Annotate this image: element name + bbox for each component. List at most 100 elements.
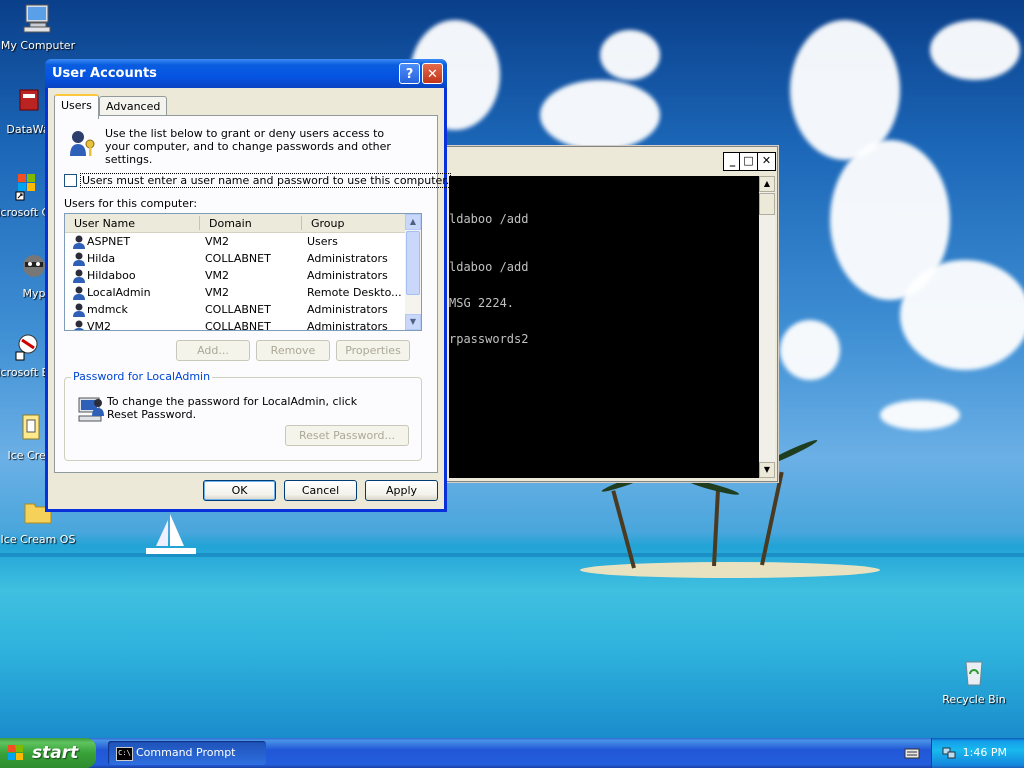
cloud [600,30,660,80]
groupbox-title: Password for LocalAdmin [71,370,213,383]
cell-user-name: mdmck [87,303,128,316]
clock[interactable]: 1:46 PM [963,746,1007,759]
desktop-icon-label: My Computer [0,39,76,52]
cell-group: Administrators [307,252,388,265]
user-icon [73,303,85,317]
cmd-titlebar[interactable]: _ □ ✕ [421,147,777,175]
cloud [790,20,900,160]
properties-button[interactable]: Properties [336,340,410,361]
system-tray: 1:46 PM [931,738,1024,768]
users-listview[interactable]: User Name Domain Group ASPNET VM2 Users … [64,213,422,331]
cell-domain: COLLABNET [205,303,271,316]
apply-button[interactable]: Apply [365,480,438,501]
cmd-close-button[interactable]: ✕ [757,152,776,171]
cell-group: Administrators [307,269,388,282]
remove-button[interactable]: Remove [256,340,330,361]
computer-user-icon [78,397,104,422]
recycle-bin-icon [965,661,983,686]
cloud [780,320,840,380]
scroll-up-arrow-icon[interactable]: ▲ [405,214,421,230]
network-icon[interactable] [942,746,956,760]
desktop-icon-label: Ice Cream OS [0,533,76,546]
taskbar: start C:\ Command Prompt 1:46 PM [0,738,1024,768]
desktop-icon-my-computer[interactable]: My Computer [0,2,76,52]
user-icon [73,269,85,283]
cmd-maximize-button[interactable]: □ [739,152,758,171]
info-text: Use the list below to grant or deny user… [105,127,391,166]
scroll-up-arrow-icon[interactable]: ▲ [759,176,775,192]
desktop-icon-recycle-bin[interactable]: Recycle Bin [936,656,1012,706]
windows-flag-icon [8,745,23,760]
cancel-button[interactable]: Cancel [284,480,357,501]
start-button[interactable]: start [0,738,96,768]
users-tab-panel: Use the list below to grant or deny user… [54,115,452,473]
scroll-thumb[interactable] [759,193,775,215]
taskbar-command-prompt[interactable]: C:\ Command Prompt [108,741,266,765]
cell-user-name: Hilda [87,252,116,265]
checkbox-box[interactable] [64,174,77,187]
shortcut-icon [15,174,35,201]
user-icon [74,320,84,330]
ok-button[interactable]: OK [203,480,276,501]
tab-advanced[interactable]: Advanced [99,96,168,117]
column-separator[interactable] [199,216,200,230]
cell-group: Users [307,235,338,248]
table-row[interactable]: Hildaboo VM2 Administrators [65,267,405,284]
users-list-label: Users for this computer: [64,197,198,210]
cell-group: Administrators [307,320,388,331]
checkbox-label[interactable]: Users must enter a user name and passwor… [80,173,452,188]
table-row[interactable]: VM2 COLLABNET Administrators [65,318,405,331]
table-row[interactable]: Hilda COLLABNET Administrators [65,250,405,267]
password-groupbox: Password for LocalAdmin To change the pa… [64,370,422,461]
groupbox-text: To change the password for LocalAdmin, c… [107,395,358,421]
console-line: rpasswords2 [449,332,529,346]
user-accounts-dialog[interactable]: User Accounts ? ✕ Users Advanced Use the… [45,59,452,512]
tab-users[interactable]: Users [54,94,99,119]
users-key-icon [70,131,95,156]
island [580,562,880,578]
listview-scrollbar[interactable]: ▲ ▼ [405,214,421,330]
cloud [540,80,660,150]
cmd-console-output[interactable]: ldaboo /add ldaboo /add MSG 2224. rpassw… [449,176,759,478]
cloud [900,260,1024,370]
column-header-group[interactable]: Group [311,217,345,230]
cell-user-name: ASPNET [87,235,131,248]
cell-group: Administrators [307,303,388,316]
cloud [930,20,1020,80]
user-icon [73,286,85,300]
table-row[interactable]: ASPNET VM2 Users [65,233,405,250]
column-header-user-name[interactable]: User Name [74,217,135,230]
palm-tree [760,471,784,566]
table-row[interactable]: mdmck COLLABNET Administrators [65,301,405,318]
sailboat [146,514,196,554]
cell-domain: VM2 [205,286,230,299]
scroll-thumb[interactable] [406,231,420,295]
add-button[interactable]: Add... [176,340,250,361]
table-row[interactable]: LocalAdmin VM2 Remote Deskto... [65,284,405,301]
document-icon [22,414,40,440]
cell-domain: VM2 [205,269,230,282]
cell-user-name: Hildaboo [87,269,136,282]
help-button[interactable]: ? [399,63,420,84]
start-label: start [32,743,79,763]
cell-group: Remote Deskto... [307,286,402,299]
shortcut-icon [15,334,38,361]
cloud [880,400,960,430]
taskbar-item-label: Command Prompt [136,746,236,759]
cell-domain: COLLABNET [205,252,271,265]
command-prompt-window[interactable]: _ □ ✕ ldaboo /add ldaboo /add MSG 2224. … [420,146,778,482]
console-line: ldaboo /add [449,260,529,274]
scroll-down-arrow-icon[interactable]: ▼ [405,314,421,330]
cell-user-name: VM2 [87,320,112,331]
cell-domain: VM2 [205,235,230,248]
cmd-vertical-scrollbar[interactable]: ▲ ▼ [759,176,775,478]
reset-password-button[interactable]: Reset Password... [285,425,409,446]
scroll-down-arrow-icon[interactable]: ▼ [759,462,775,478]
close-button[interactable]: ✕ [422,63,443,84]
column-separator[interactable] [301,216,302,230]
keyboard-icon[interactable] [904,746,920,760]
computer-icon [23,4,51,33]
dialog-titlebar[interactable]: User Accounts ? ✕ [45,59,447,88]
dialog-title: User Accounts [52,66,157,81]
column-header-domain[interactable]: Domain [209,217,252,230]
